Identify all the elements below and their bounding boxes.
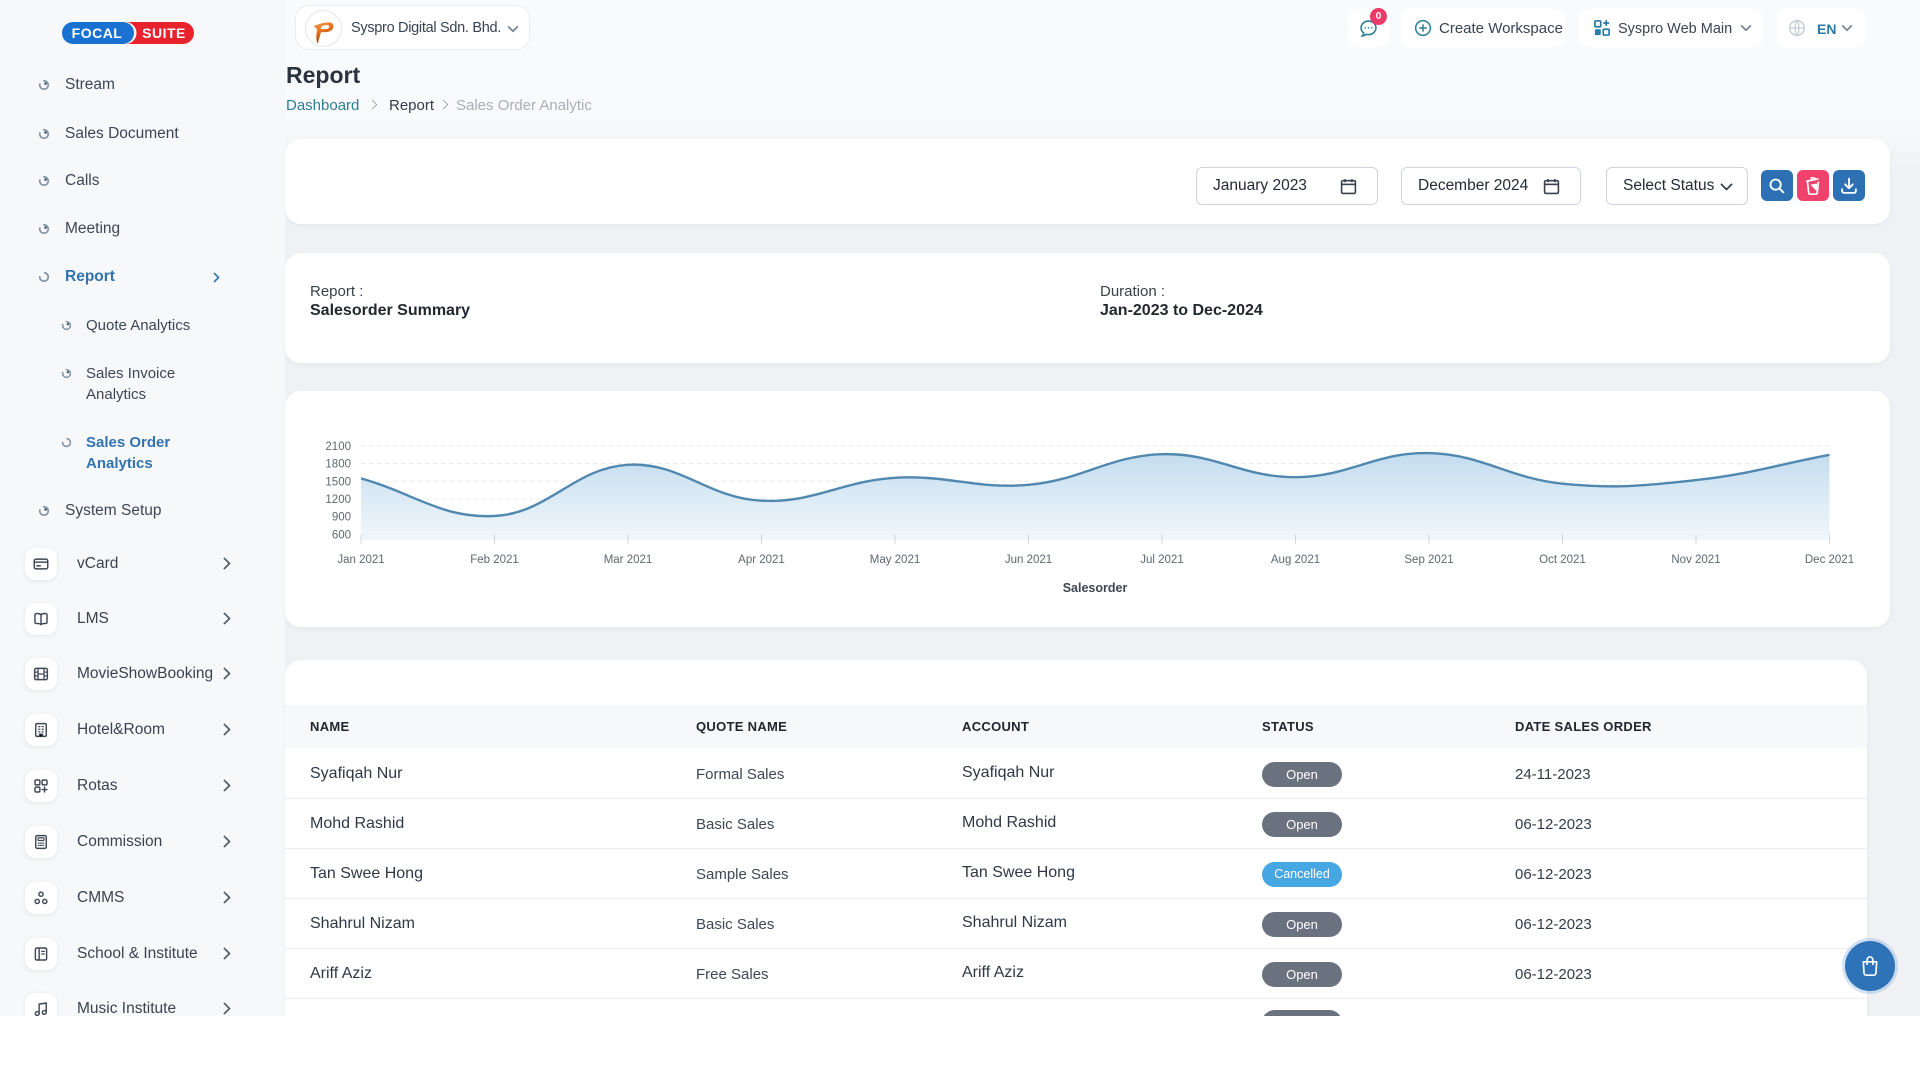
svg-text:1200: 1200 bbox=[325, 494, 351, 506]
svg-text:Feb 2021: Feb 2021 bbox=[470, 554, 519, 566]
svg-text:Dec 2021: Dec 2021 bbox=[1805, 554, 1854, 566]
svg-text:Nov 2021: Nov 2021 bbox=[1671, 554, 1720, 566]
svg-text:Jun 2021: Jun 2021 bbox=[1005, 554, 1052, 566]
svg-text:Jul 2021: Jul 2021 bbox=[1140, 554, 1183, 566]
svg-text:Jan 2021: Jan 2021 bbox=[337, 554, 384, 566]
svg-text:Apr 2021: Apr 2021 bbox=[738, 554, 785, 566]
svg-text:Mar 2021: Mar 2021 bbox=[604, 554, 653, 566]
svg-text:Sep 2021: Sep 2021 bbox=[1404, 554, 1453, 566]
svg-text:1800: 1800 bbox=[325, 459, 351, 471]
svg-text:Oct 2021: Oct 2021 bbox=[1539, 554, 1586, 566]
svg-text:Salesorder: Salesorder bbox=[1063, 581, 1128, 595]
svg-text:900: 900 bbox=[332, 512, 351, 524]
svg-text:May 2021: May 2021 bbox=[870, 554, 921, 566]
svg-text:2100: 2100 bbox=[325, 441, 351, 453]
svg-text:1500: 1500 bbox=[325, 476, 351, 488]
svg-text:600: 600 bbox=[332, 529, 351, 541]
svg-text:Aug 2021: Aug 2021 bbox=[1271, 554, 1320, 566]
